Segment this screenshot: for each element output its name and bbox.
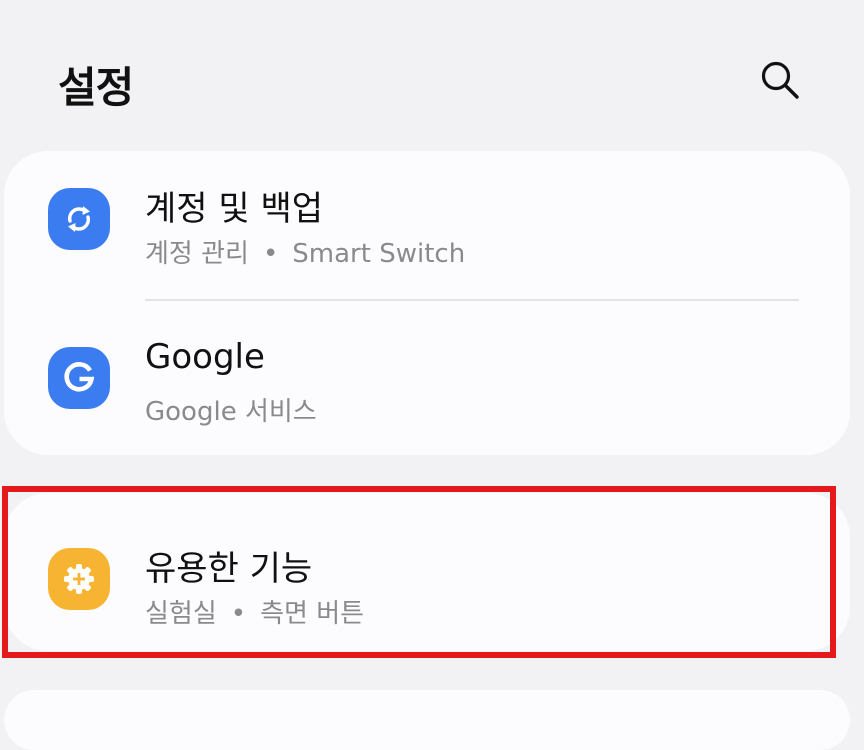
search-icon <box>761 61 799 99</box>
subtitle-part: 계정 관리 <box>145 239 249 269</box>
settings-item-accounts-backup[interactable]: 계정 및 백업 계정 관리 • Smart Switch <box>4 151 850 299</box>
app-header: 설정 <box>0 0 864 150</box>
item-title: 계정 및 백업 <box>145 189 324 229</box>
item-title: Google <box>145 337 265 377</box>
gear-plus-glyph <box>64 564 94 594</box>
settings-item-google[interactable]: Google Google 서비스 <box>4 301 850 455</box>
sync-arrows-glyph <box>67 206 91 232</box>
subtitle-part: Smart Switch <box>292 239 466 269</box>
google-g-glyph <box>64 362 95 392</box>
gear-plus-icon <box>48 548 110 610</box>
item-subtitle: 계정 관리 • Smart Switch <box>145 233 465 270</box>
subtitle-part: Google 서비스 <box>145 397 317 427</box>
item-title: 유용한 기능 <box>145 549 313 589</box>
separator-dot: • <box>230 599 247 629</box>
settings-card-features: 유용한 기능 실험실 • 측면 버튼 <box>4 493 850 651</box>
item-subtitle: Google 서비스 <box>145 391 317 428</box>
subtitle-part: 실험실 <box>145 599 217 629</box>
page-title: 설정 <box>58 63 134 112</box>
google-icon <box>48 347 110 409</box>
settings-card-next <box>4 690 850 750</box>
search-button[interactable] <box>756 56 804 104</box>
separator-dot: • <box>262 239 279 269</box>
sync-icon <box>48 188 110 250</box>
subtitle-part: 측면 버튼 <box>260 599 365 629</box>
settings-item-advanced-features[interactable]: 유용한 기능 실험실 • 측면 버튼 <box>4 493 850 651</box>
settings-card-accounts: 계정 및 백업 계정 관리 • Smart Switch Google Google… <box>4 151 850 455</box>
item-subtitle: 실험실 • 측면 버튼 <box>145 593 364 630</box>
